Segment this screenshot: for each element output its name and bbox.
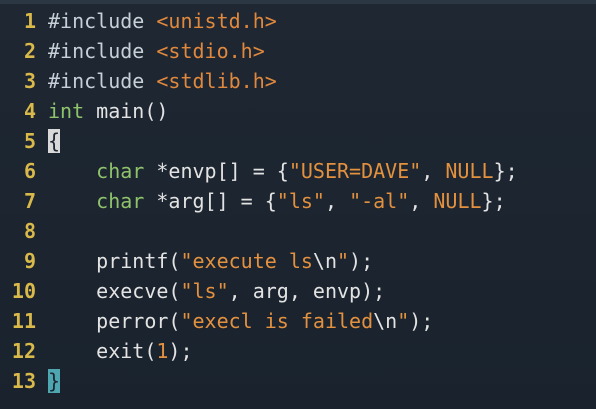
code-token: "USER=DAVE": [288, 159, 422, 183]
code-token: "-al": [349, 189, 410, 213]
line-number: 1: [23, 9, 36, 33]
code-token: int: [48, 99, 85, 123]
code-token: #include: [48, 39, 157, 63]
code-token: execve(: [48, 279, 181, 303]
code-line[interactable]: 10 execve("ls", arg, envp);: [0, 276, 596, 306]
code-text: perror("execl is failed\n");: [48, 306, 433, 336]
code-token: printf(: [48, 249, 181, 273]
code-token: <stdlib.h>: [156, 69, 277, 93]
code-text: printf("execute ls\n");: [48, 246, 373, 276]
code-token: #include: [48, 69, 157, 93]
line-number: 4: [23, 99, 36, 123]
code-token: "execute ls: [180, 249, 313, 273]
code-token: };: [493, 159, 518, 183]
code-token: exit(: [48, 339, 157, 363]
line-number: 13: [11, 369, 36, 393]
code-text: #include <unistd.h>: [48, 6, 277, 36]
code-token: ": [337, 249, 350, 273]
code-text: execve("ls", arg, envp);: [48, 276, 385, 306]
line-number: 12: [11, 339, 36, 363]
code-token: };: [481, 189, 506, 213]
code-token: ,: [421, 159, 446, 183]
code-line[interactable]: 3 #include <stdlib.h>: [0, 66, 596, 96]
code-token: "ls": [180, 279, 229, 303]
code-token: , arg, envp);: [228, 279, 386, 303]
line-number: 11: [11, 309, 36, 333]
editor-top-border: [0, 0, 596, 4]
code-token: 1: [156, 339, 169, 363]
code-text: exit(1);: [48, 336, 193, 366]
code-line[interactable]: 1 #include <unistd.h>: [0, 6, 596, 36]
code-text: #include <stdio.h>: [48, 36, 265, 66]
code-token: );: [349, 249, 374, 273]
code-token: ": [397, 309, 410, 333]
line-number: 9: [23, 249, 36, 273]
code-line[interactable]: 11 perror("execl is failed\n");: [0, 306, 596, 336]
code-token: <stdio.h>: [156, 39, 265, 63]
code-line[interactable]: 2 #include <stdio.h>: [0, 36, 596, 66]
code-line[interactable]: 12 exit(1);: [0, 336, 596, 366]
code-text: int main(): [48, 96, 168, 126]
code-line[interactable]: 8: [0, 216, 596, 246]
code-line[interactable]: 13}: [0, 366, 596, 396]
line-number: 3: [23, 69, 36, 93]
line-number: 2: [23, 39, 36, 63]
matching-brace: }: [48, 369, 61, 393]
code-text: char *arg[] = {"ls", "-al", NULL};: [48, 186, 506, 216]
code-token: "ls": [276, 189, 325, 213]
code-editor[interactable]: 1 #include <unistd.h> 2 #include <stdio.h> 3…: [0, 0, 596, 409]
code-token: perror(: [48, 309, 181, 333]
code-text: }: [48, 366, 61, 396]
code-token: #include: [48, 9, 157, 33]
code-token: *arg[] = {: [144, 189, 277, 213]
code-line[interactable]: 6 char *envp[] = {"USER=DAVE", NULL};: [0, 156, 596, 186]
code-token: ,: [324, 189, 350, 213]
code-token: <unistd.h>: [156, 9, 277, 33]
code-token: main(): [84, 99, 169, 123]
code-token: );: [168, 339, 193, 363]
code-text: {: [48, 126, 61, 156]
code-token: char: [96, 159, 145, 183]
code-token: NULL: [433, 189, 482, 213]
code-token: ,: [409, 189, 434, 213]
code-token: \n: [312, 249, 337, 273]
line-number: 10: [11, 279, 36, 303]
code-token: \n: [373, 309, 398, 333]
text-cursor: {: [48, 129, 61, 153]
code-line[interactable]: 7 char *arg[] = {"ls", "-al", NULL};: [0, 186, 596, 216]
code-text: char *envp[] = {"USER=DAVE", NULL};: [48, 156, 518, 186]
line-number: 5: [23, 129, 36, 153]
code-token: "execl is failed: [180, 309, 374, 333]
line-number: 8: [23, 219, 36, 243]
line-number: 7: [23, 189, 36, 213]
code-token: );: [409, 309, 434, 333]
code-token: *envp[] = {: [144, 159, 289, 183]
line-number: 6: [23, 159, 36, 183]
code-line[interactable]: 9 printf("execute ls\n");: [0, 246, 596, 276]
code-token: NULL: [445, 159, 494, 183]
code-line[interactable]: 5{: [0, 126, 596, 156]
code-line[interactable]: 4 int main(): [0, 96, 596, 126]
code-text: #include <stdlib.h>: [48, 66, 277, 96]
code-token: char: [96, 189, 145, 213]
